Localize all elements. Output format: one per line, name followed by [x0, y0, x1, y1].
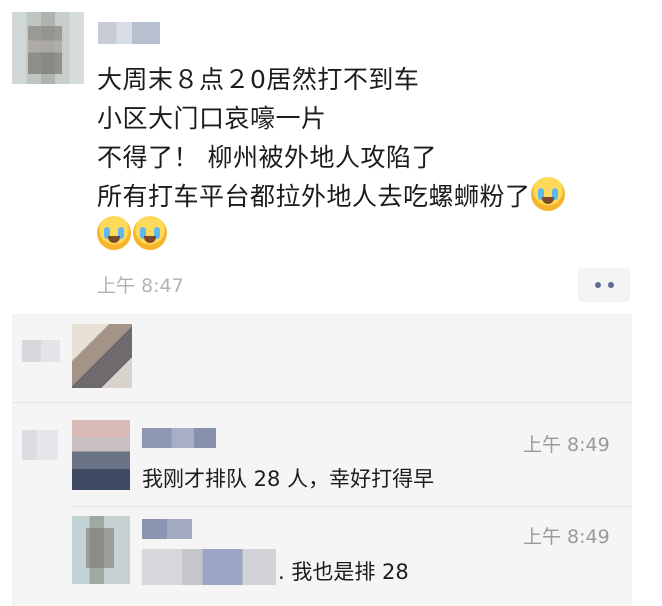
post-line-4: 所有打车平台都拉外地人去吃螺蛳粉了	[97, 177, 642, 216]
post-author-avatar[interactable]	[12, 12, 84, 84]
comment-text[interactable]: 我刚才排队 28 人，幸好打得早	[142, 463, 434, 493]
post-line-3: 不得了！ 柳州被外地人攻陷了	[97, 143, 437, 172]
commenter-avatar[interactable]	[72, 420, 130, 490]
post-line-1: 大周末８点２0居然打不到车	[97, 65, 420, 94]
post-timestamp: 上午 8:47	[97, 275, 184, 297]
crying-face-emoji-icon	[97, 216, 131, 250]
post-line-5	[97, 216, 642, 255]
more-dots-icon	[594, 282, 601, 288]
crying-face-emoji-icon	[133, 216, 167, 250]
post-line-4-text: 所有打车平台都拉外地人去吃螺蛳粉了	[97, 182, 531, 211]
reply-to-name[interactable]	[142, 549, 276, 585]
post-content: 大周末８点２0居然打不到车 小区大门口哀嚎一片 不得了！ 柳州被外地人攻陷了 所…	[97, 60, 642, 255]
more-dots-icon	[607, 282, 614, 288]
commenter-name[interactable]	[142, 428, 216, 448]
commenter-name[interactable]	[142, 519, 192, 539]
divider	[72, 506, 632, 507]
commenter-avatar[interactable]	[72, 516, 130, 584]
liker-avatar[interactable]	[72, 324, 132, 388]
comment-text[interactable]: . 我也是排 28	[278, 556, 409, 586]
comment-timestamp: 上午 8:49	[523, 434, 610, 456]
post-line-2: 小区大门口哀嚎一片	[97, 104, 327, 133]
post-author-name[interactable]	[98, 22, 160, 44]
divider	[12, 402, 632, 403]
comment-timestamp: 上午 8:49	[523, 526, 610, 548]
comment-icon	[22, 430, 58, 460]
crying-face-emoji-icon	[530, 177, 565, 211]
more-actions-button[interactable]	[578, 268, 630, 302]
like-icon	[22, 340, 60, 362]
